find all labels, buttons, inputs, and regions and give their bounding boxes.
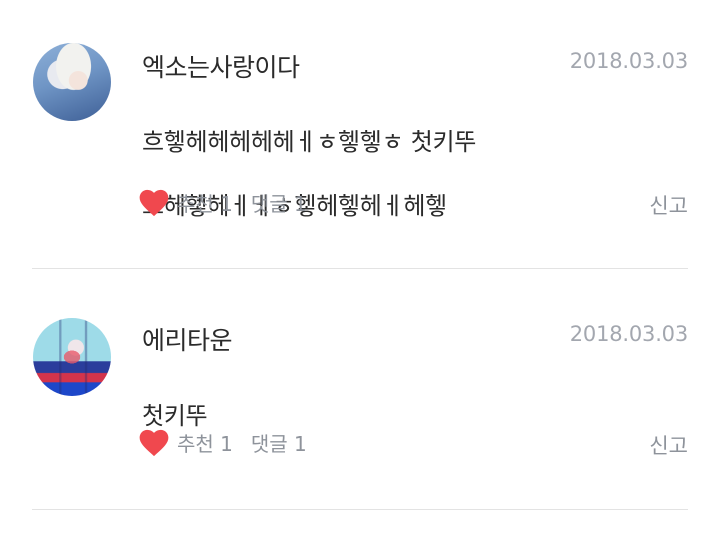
report-button[interactable]: 신고 bbox=[649, 430, 688, 460]
like-count-label: 추천 1 bbox=[177, 432, 233, 456]
reply-button[interactable]: 댓글 1 bbox=[251, 428, 307, 457]
divider bbox=[32, 509, 688, 510]
comment-text-line: 흐헿헤헤헤헤헤ㅔㅎ헿헿ㅎ 첫키뚜 bbox=[142, 128, 477, 156]
report-button[interactable]: 신고 bbox=[649, 190, 688, 220]
like-button[interactable]: 추천 1 bbox=[139, 428, 233, 457]
comment-item: 에리타운 2018.03.03 첫키뚜 추천 1 댓글 1 신고 bbox=[0, 270, 720, 510]
like-count-label: 추천 1 bbox=[177, 192, 233, 216]
comment-date: 2018.03.03 bbox=[569, 49, 688, 73]
avatar[interactable] bbox=[33, 318, 111, 396]
divider bbox=[32, 268, 688, 269]
heart-icon bbox=[139, 429, 169, 456]
username[interactable]: 엑소는사랑이다 bbox=[142, 48, 300, 84]
comment-actions: 추천 1 댓글 1 bbox=[139, 428, 307, 457]
username[interactable]: 에리타운 bbox=[142, 321, 233, 357]
comment-text: 흐헿헤헤헤헤헤ㅔㅎ헿헿ㅎ 첫키뚜 으헤헿헤ㅔㅔㅎ헿헤헿헤ㅔ헤헿 bbox=[142, 94, 476, 254]
avatar[interactable] bbox=[33, 43, 111, 121]
comment-actions: 추천 1 댓글 1 bbox=[139, 188, 307, 217]
like-button[interactable]: 추천 1 bbox=[139, 188, 233, 217]
reply-button[interactable]: 댓글 1 bbox=[251, 188, 307, 217]
heart-icon bbox=[139, 189, 169, 216]
comment-item: 엑소는사랑이다 2018.03.03 흐헿헤헤헤헤헤ㅔㅎ헿헿ㅎ 첫키뚜 으헤헿헤… bbox=[0, 0, 720, 270]
comment-date: 2018.03.03 bbox=[569, 322, 688, 346]
